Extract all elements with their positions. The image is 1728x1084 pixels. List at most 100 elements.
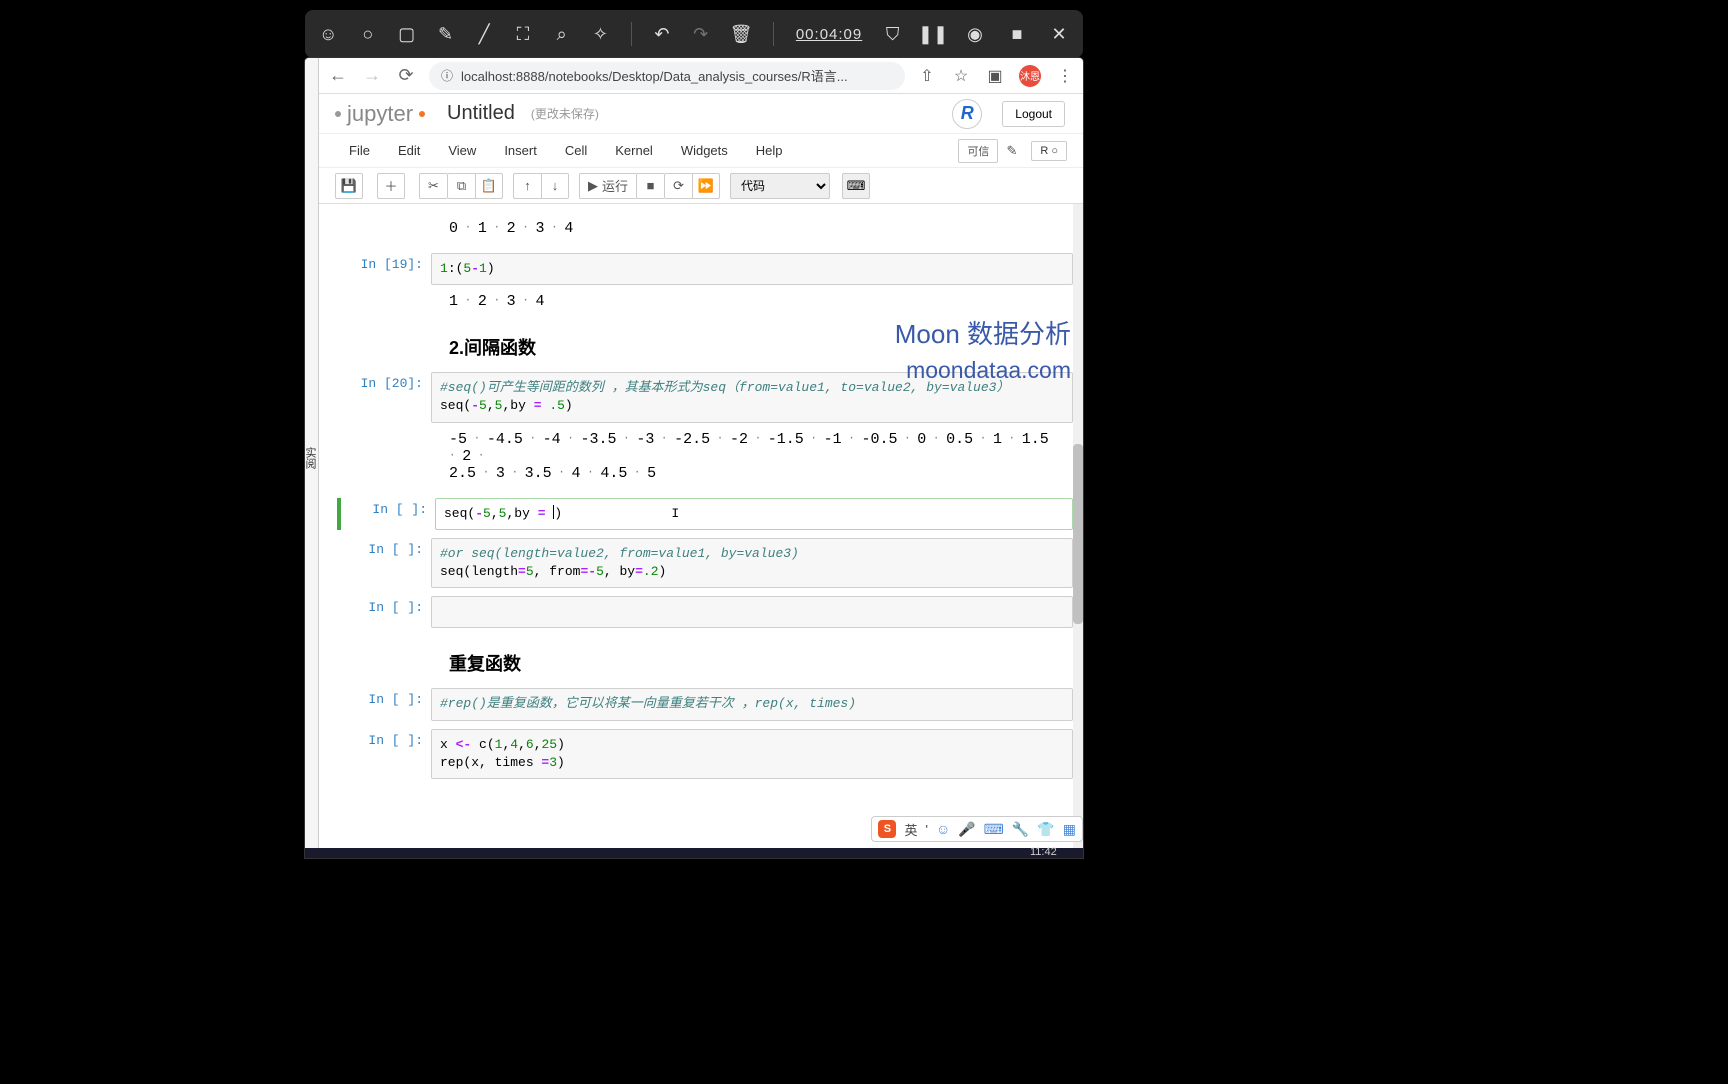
cell-prompt: In [20]: bbox=[337, 372, 431, 422]
menu-view[interactable]: View bbox=[434, 143, 490, 158]
square-icon[interactable]: ▢ bbox=[398, 24, 415, 44]
run-button[interactable]: ▶ 运行 bbox=[579, 173, 636, 199]
command-palette-button[interactable]: ⌨ bbox=[842, 173, 870, 199]
menu-cell[interactable]: Cell bbox=[551, 143, 601, 158]
url-text: localhost:8888/notebooks/Desktop/Data_an… bbox=[461, 66, 848, 85]
ime-mic-icon[interactable]: 🎤 bbox=[958, 821, 975, 838]
menu-edit[interactable]: Edit bbox=[384, 143, 434, 158]
paste-button[interactable]: 📋 bbox=[475, 173, 503, 199]
scrollbar[interactable] bbox=[1073, 204, 1083, 858]
code-cell[interactable]: In [ ]: x <- c(1,4,6,25)rep(x, times =3) bbox=[337, 729, 1073, 779]
cell-prompt: In [ ]: bbox=[337, 538, 431, 588]
notebook-area: Moon 数据分析 moondataa.com 0 · 1 · 2 · 3 · … bbox=[319, 204, 1083, 858]
url-field[interactable]: ⓘ localhost:8888/notebooks/Desktop/Data_… bbox=[429, 62, 905, 90]
cell-prompt: In [ ]: bbox=[341, 498, 435, 530]
ime-keyboard-icon[interactable]: ⌨ bbox=[984, 821, 1004, 838]
code-cell[interactable]: In [ ]: bbox=[337, 596, 1073, 628]
pause-icon[interactable]: ❚❚ bbox=[923, 24, 943, 44]
left-panel-sliver: 实阅 bbox=[305, 58, 319, 858]
undo-icon[interactable]: ↶ bbox=[654, 24, 671, 44]
restart-button[interactable]: ⟳ bbox=[664, 173, 692, 199]
recording-toolbar: ☺ ○ ▢ ✎ ╱ ⛶ ⌕ ✧ ↶ ↷ 🗑 00:04:09 ⛉ ❚❚ ◉ ■ … bbox=[305, 10, 1083, 58]
ime-lang[interactable]: 英 bbox=[904, 820, 917, 839]
cell-prompt: In [ ]: bbox=[337, 596, 431, 628]
line-icon[interactable]: ╱ bbox=[476, 24, 493, 44]
cell-input[interactable]: seq(-5,5,by = ) I bbox=[435, 498, 1073, 530]
profile-avatar[interactable]: 沐恩 bbox=[1019, 65, 1041, 87]
cell-prompt: In [ ]: bbox=[337, 729, 431, 779]
save-button[interactable]: 💾 bbox=[335, 173, 363, 199]
interrupt-button[interactable]: ■ bbox=[636, 173, 664, 199]
cell-output: 0 · 1 · 2 · 3 · 4 bbox=[337, 206, 1067, 245]
r-kernel-icon: R bbox=[952, 99, 982, 129]
info-icon: ⓘ bbox=[441, 67, 453, 84]
stop-icon[interactable]: ■ bbox=[1007, 24, 1027, 44]
watermark-line1: Moon 数据分析 bbox=[895, 314, 1071, 351]
code-cell[interactable]: In [ ]: #or seq(length=value2, from=valu… bbox=[337, 538, 1073, 588]
watermark-line2: moondataa.com bbox=[895, 357, 1071, 384]
sogou-icon[interactable]: S bbox=[878, 820, 896, 838]
close-icon[interactable]: ✕ bbox=[1049, 24, 1069, 44]
scroll-thumb[interactable] bbox=[1073, 444, 1083, 624]
note-icon[interactable]: ✧ bbox=[592, 24, 609, 44]
restart-run-button[interactable]: ⏩ bbox=[692, 173, 720, 199]
menu-help[interactable]: Help bbox=[742, 143, 797, 158]
panel-icon[interactable]: ▣ bbox=[985, 66, 1005, 86]
ime-tool-icon[interactable]: 🔧 bbox=[1012, 821, 1029, 838]
recording-time: 00:04:09 bbox=[796, 26, 862, 43]
markdown-heading[interactable]: 重复函数 bbox=[337, 644, 1067, 684]
menu-insert[interactable]: Insert bbox=[490, 143, 551, 158]
zoom-icon[interactable]: ⌕ bbox=[553, 24, 570, 44]
code-cell[interactable]: In [19]: 1:(5-1) bbox=[337, 253, 1073, 285]
trash-icon[interactable]: 🗑 bbox=[731, 24, 751, 44]
redo-icon[interactable]: ↷ bbox=[692, 24, 709, 44]
move-up-button[interactable]: ↑ bbox=[513, 173, 541, 199]
cell-type-select[interactable]: 代码 bbox=[730, 173, 830, 199]
cell-input[interactable]: 1:(5-1) bbox=[431, 253, 1073, 285]
menu-file[interactable]: File bbox=[335, 143, 384, 158]
move-down-button[interactable]: ↓ bbox=[541, 173, 569, 199]
record-icon[interactable]: ◉ bbox=[965, 24, 985, 44]
ime-emoji-icon[interactable]: ☺ bbox=[936, 821, 950, 837]
menu-icon[interactable]: ⋮ bbox=[1055, 66, 1075, 86]
notebook-title[interactable]: Untitled bbox=[447, 102, 515, 125]
kernel-name[interactable]: R ○ bbox=[1031, 141, 1067, 161]
ime-punct[interactable]: ' bbox=[925, 822, 927, 837]
ime-toolbar[interactable]: S 英 ' ☺ 🎤 ⌨ 🔧 👕 ▦ bbox=[871, 816, 1083, 842]
cell-input[interactable] bbox=[431, 596, 1073, 628]
circle-icon[interactable]: ○ bbox=[359, 24, 376, 44]
ime-skin-icon[interactable]: 👕 bbox=[1037, 821, 1054, 838]
jupyter-toolbar: 💾 ＋ ✂ ⧉ 📋 ↑ ↓ ▶ 运行 ■ ⟳ ⏩ 代码 ⌨ bbox=[305, 168, 1083, 204]
cell-input[interactable]: x <- c(1,4,6,25)rep(x, times =3) bbox=[431, 729, 1073, 779]
cell-input[interactable]: #rep()是重复函数，它可以将某一向量重复若干次 ，rep(x, times) bbox=[431, 688, 1073, 720]
watermark: Moon 数据分析 moondataa.com bbox=[895, 314, 1071, 384]
jupyter-logo[interactable]: jupyter bbox=[335, 101, 425, 127]
cell-input[interactable]: #or seq(length=value2, from=value1, by=v… bbox=[431, 538, 1073, 588]
menu-kernel[interactable]: Kernel bbox=[601, 143, 667, 158]
menu-widgets[interactable]: Widgets bbox=[667, 143, 742, 158]
ime-grid-icon[interactable]: ▦ bbox=[1063, 821, 1076, 838]
forward-icon[interactable]: → bbox=[361, 65, 383, 87]
edit-mode-icon[interactable]: ✎ bbox=[998, 143, 1025, 159]
star-icon[interactable]: ☆ bbox=[951, 66, 971, 86]
code-cell[interactable]: In [ ]: #rep()是重复函数，它可以将某一向量重复若干次 ，rep(x… bbox=[337, 688, 1073, 720]
cut-button[interactable]: ✂ bbox=[419, 173, 447, 199]
reload-icon[interactable]: ⟳ bbox=[395, 65, 417, 87]
emoji-icon[interactable]: ☺ bbox=[319, 24, 337, 44]
back-icon[interactable]: ← bbox=[327, 65, 349, 87]
browser-window: 实阅 ← → ⟳ ⓘ localhost:8888/notebooks/Desk… bbox=[305, 58, 1083, 858]
logout-button[interactable]: Logout bbox=[1002, 101, 1065, 127]
jupyter-menubar: File Edit View Insert Cell Kernel Widget… bbox=[305, 134, 1083, 168]
taskbar bbox=[305, 848, 1083, 858]
code-cell-selected[interactable]: In [ ]: seq(-5,5,by = ) I bbox=[337, 498, 1073, 530]
copy-button[interactable]: ⧉ bbox=[447, 173, 475, 199]
shield-icon[interactable]: ⛉ bbox=[884, 24, 901, 44]
add-cell-button[interactable]: ＋ bbox=[377, 173, 405, 199]
pencil-icon[interactable]: ✎ bbox=[437, 24, 454, 44]
cell-output: -5 · -4.5 · -4 · -3.5 · -3 · -2.5 · -2 ·… bbox=[337, 425, 1067, 490]
screenshot-icon[interactable]: ⛶ bbox=[515, 24, 532, 44]
system-time: 11:42 bbox=[1030, 846, 1668, 1084]
jupyter-header: jupyter Untitled (更改未保存) R Logout bbox=[305, 94, 1083, 134]
share-icon[interactable]: ⇧ bbox=[917, 66, 937, 86]
trusted-badge[interactable]: 可信 bbox=[958, 139, 998, 163]
